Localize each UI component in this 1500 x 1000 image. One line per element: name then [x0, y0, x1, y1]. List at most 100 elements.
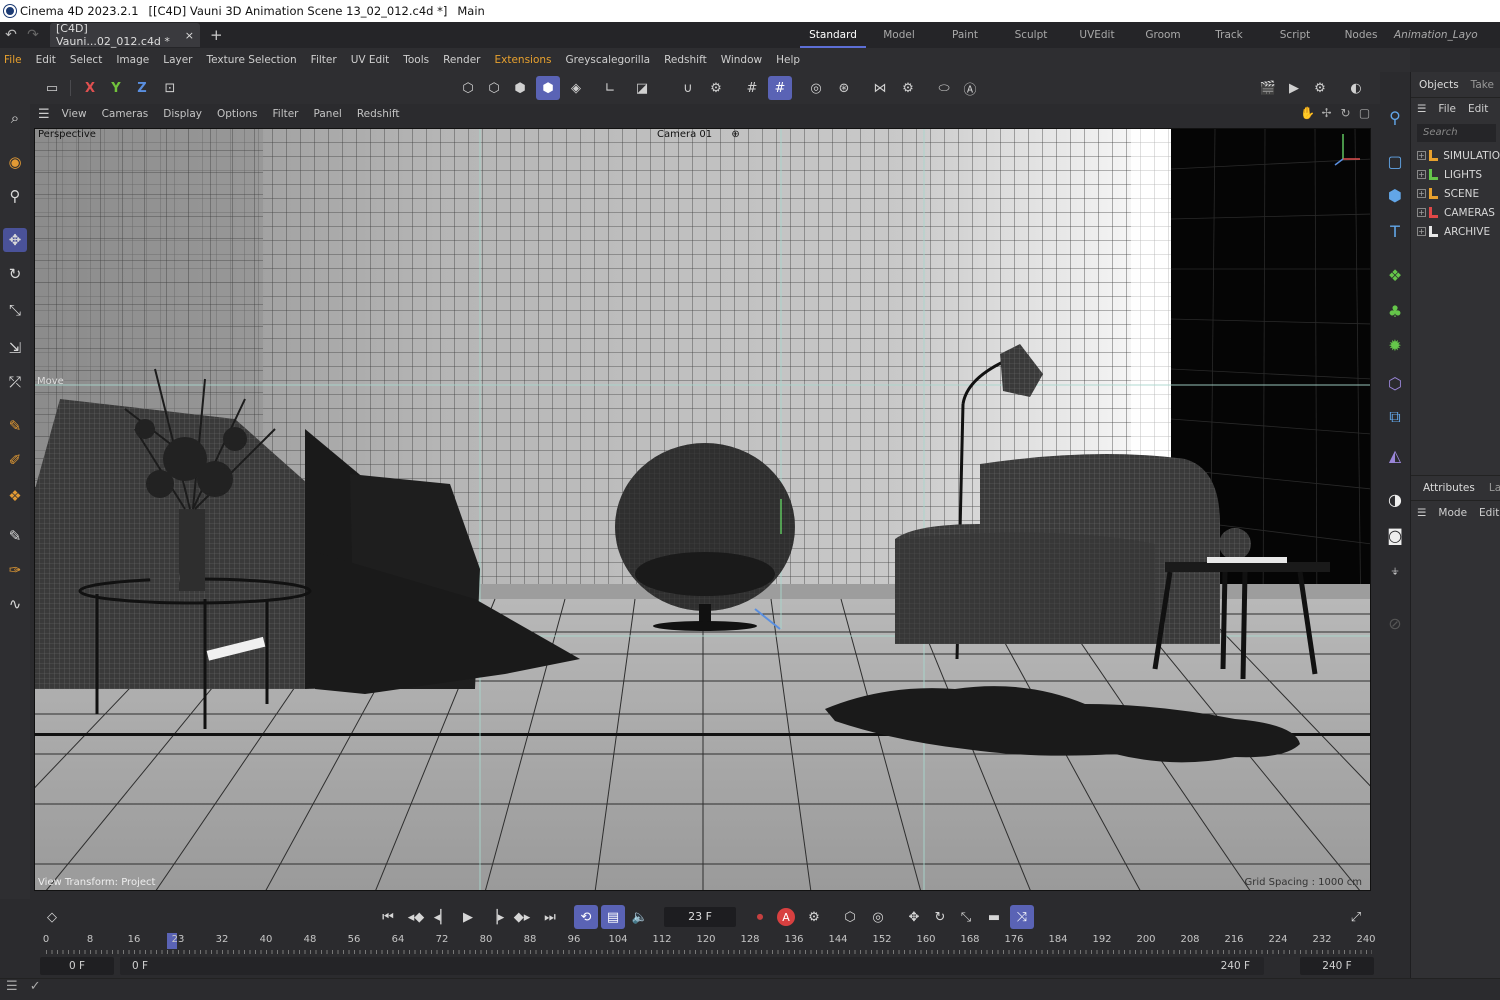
menu-redshift[interactable]: Redshift	[664, 54, 707, 66]
keyframe-diamond-icon[interactable]: ◇	[40, 905, 64, 929]
objects-tab[interactable]: Objects	[1411, 79, 1467, 91]
position-key-icon[interactable]: ✥	[902, 905, 926, 929]
null-object-icon[interactable]: ⚲	[1382, 104, 1408, 130]
playback-rate-icon[interactable]: ▤	[601, 905, 625, 929]
rotate-tool-icon[interactable]: ↻	[3, 262, 27, 286]
play-icon[interactable]: ▶	[456, 905, 480, 929]
texture-mode-icon[interactable]: ◪	[630, 76, 654, 100]
rotation-key-icon[interactable]: ↻	[928, 905, 952, 929]
autokey-icon[interactable]: A	[774, 905, 798, 929]
sketch-tool-icon[interactable]: ✐	[3, 448, 27, 472]
polygons-mode-icon[interactable]: ⬢	[508, 76, 532, 100]
coordinate-system-icon[interactable]: ⊡	[158, 76, 182, 100]
menu-layer[interactable]: Layer	[163, 54, 192, 66]
go-to-end-icon[interactable]: ⏭	[538, 905, 562, 929]
camera-icon[interactable]: ◙	[1382, 522, 1408, 548]
menu-tools[interactable]: Tools	[403, 54, 429, 66]
takes-tab[interactable]: Take	[1467, 79, 1498, 91]
spline-pen-icon[interactable]: ✎	[3, 414, 27, 438]
cube-icon[interactable]: ⬢	[1382, 182, 1408, 208]
move-arrows-icon[interactable]: ⇲	[3, 336, 27, 360]
layout-tab-groom[interactable]: Groom	[1130, 22, 1196, 48]
key-settings-icon[interactable]: ⚙	[802, 905, 826, 929]
viewport-menu-redshift[interactable]: Redshift	[357, 108, 400, 120]
attributes-menu-mode[interactable]: Mode	[1438, 507, 1467, 519]
object-item-archive[interactable]: + ARCHIVE	[1411, 222, 1500, 241]
point-level-animation-icon[interactable]: ⤨	[1010, 905, 1034, 929]
spline-smooth-icon[interactable]: ∿	[3, 592, 27, 616]
current-frame-field[interactable]: 23 F	[664, 907, 736, 927]
move-tool-icon[interactable]: ✥	[3, 228, 27, 252]
auto-key-icon[interactable]: Ⓐ	[958, 76, 982, 100]
search-icon[interactable]: ⌕	[3, 106, 27, 130]
project-icon[interactable]: ▭	[40, 76, 64, 100]
objects-search-input[interactable]: Search	[1417, 124, 1496, 142]
objects-menu-icon[interactable]: ☰	[1417, 103, 1426, 115]
viewport-menu-cameras[interactable]: Cameras	[102, 108, 149, 120]
key-mode-icon[interactable]: ◎	[866, 905, 890, 929]
objects-menu-file[interactable]: File	[1438, 103, 1456, 115]
points-mode-icon[interactable]: ⬡	[456, 76, 480, 100]
menu-edit[interactable]: Edit	[36, 54, 56, 66]
select-tool-icon[interactable]: ⚲	[3, 184, 27, 208]
range-start-field[interactable]: 0 F	[40, 957, 114, 975]
menu-filter[interactable]: Filter	[311, 54, 337, 66]
range-slider[interactable]: 0 F 240 F	[120, 957, 1264, 975]
timeline-ruler[interactable]: 0 8 16 23 32 40 48 56 64 72 80 88 96 104 112 120 128 136 1…	[34, 932, 1380, 956]
next-key-icon[interactable]: ◆▸	[510, 905, 534, 929]
array-generator-icon[interactable]: ❖	[1382, 262, 1408, 288]
timeline-expand-icon[interactable]: ⤢	[1344, 905, 1368, 929]
keyframe-selection-icon[interactable]: ⬡	[838, 905, 862, 929]
menu-window[interactable]: Window	[721, 54, 762, 66]
previous-key-icon[interactable]: ◂◆	[404, 905, 428, 929]
menu-file[interactable]: File	[4, 54, 22, 66]
menu-select[interactable]: Select	[70, 54, 102, 66]
y-axis-lock-button[interactable]: Y	[104, 76, 128, 100]
loop-icon[interactable]: ⟲	[574, 905, 598, 929]
menu-greyscalegorilla[interactable]: Greyscalegorilla	[566, 54, 651, 66]
layout-tab-animation-layout[interactable]: Animation_Layo	[1394, 22, 1478, 48]
3d-viewport[interactable]: Perspective Camera 01 ⊕ Move View Transf…	[34, 128, 1371, 891]
layout-tab-sculpt[interactable]: Sculpt	[998, 22, 1064, 48]
transform-tool-icon[interactable]: ⤱	[3, 370, 27, 394]
maximize-view-icon[interactable]: ▢	[1355, 106, 1374, 120]
edges-mode-icon[interactable]: ⬡	[482, 76, 506, 100]
scale-tool-icon[interactable]: ⤡	[3, 298, 27, 322]
knife-tool-icon[interactable]: ✑	[3, 558, 27, 582]
snap-settings-icon[interactable]: ⚙	[704, 76, 728, 100]
cloner-icon[interactable]: ♣	[1382, 298, 1408, 324]
menu-render[interactable]: Render	[443, 54, 480, 66]
expand-icon[interactable]: +	[1417, 227, 1426, 236]
attributes-menu-icon[interactable]: ☰	[1417, 507, 1426, 519]
attributes-tab[interactable]: Attributes	[1411, 482, 1487, 494]
z-axis-lock-button[interactable]: Z	[130, 76, 154, 100]
redo-icon[interactable]: ↷	[22, 27, 44, 43]
mograph-icon[interactable]: ◭	[1382, 442, 1408, 468]
record-keys-icon[interactable]: ⏺	[748, 905, 772, 929]
grid-snap-icon[interactable]: #	[740, 76, 764, 100]
next-frame-icon[interactable]: ▕▸	[484, 905, 508, 929]
menu-help[interactable]: Help	[776, 54, 800, 66]
field-icon[interactable]: ⧉	[1382, 404, 1408, 430]
menu-extensions[interactable]: Extensions	[495, 54, 552, 66]
brush-tool-icon[interactable]: ✎	[3, 524, 27, 548]
x-axis-lock-button[interactable]: X	[78, 76, 102, 100]
edit-render-settings-icon[interactable]: ⚙	[1308, 76, 1332, 100]
expand-icon[interactable]: +	[1417, 208, 1426, 217]
render-settings-icon[interactable]: ⊛	[832, 76, 856, 100]
viewport-projection-label[interactable]: Perspective	[38, 129, 96, 140]
effector-icon[interactable]: ✹	[1382, 332, 1408, 358]
menu-image[interactable]: Image	[116, 54, 149, 66]
deformer-icon[interactable]: ⬡	[1382, 370, 1408, 396]
pan-icon[interactable]: ✋	[1298, 106, 1317, 120]
redshift-ipr-icon[interactable]: ◐	[1344, 76, 1368, 100]
menu-texture-selection[interactable]: Texture Selection	[207, 54, 297, 66]
add-tab-icon[interactable]: +	[210, 26, 223, 44]
layers-tab[interactable]: La	[1487, 482, 1500, 494]
parameter-key-icon[interactable]: ▬	[982, 905, 1006, 929]
object-item-scene[interactable]: + SCENE	[1411, 184, 1500, 203]
layout-tab-model[interactable]: Model	[866, 22, 932, 48]
expand-icon[interactable]: +	[1417, 151, 1426, 160]
layout-tab-script[interactable]: Script	[1262, 22, 1328, 48]
viewport-menu-display[interactable]: Display	[163, 108, 202, 120]
